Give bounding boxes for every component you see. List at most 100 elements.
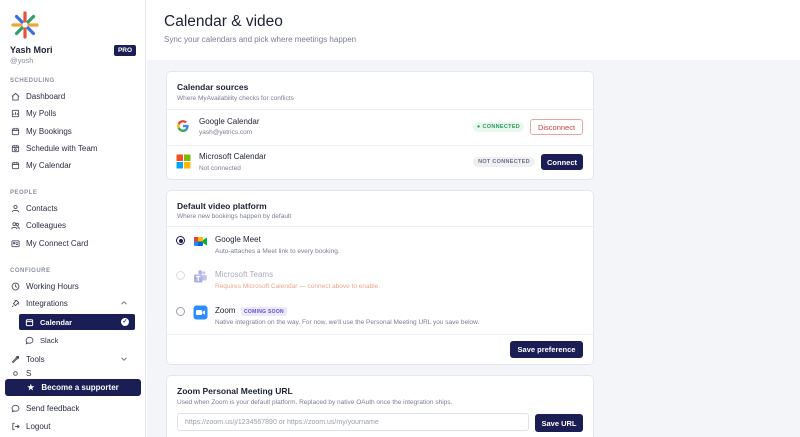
- app-logo-icon[interactable]: [10, 10, 40, 40]
- divider: [167, 145, 593, 146]
- wrench-icon: [10, 355, 20, 365]
- calendar-sources-card: Calendar sources Where MyAvailability ch…: [166, 71, 594, 180]
- user-handle: @yosh: [10, 56, 34, 65]
- sidebar-item-label: Working Hours: [26, 282, 79, 291]
- google-icon: [177, 120, 189, 132]
- sidebar-item-send-feedback[interactable]: Send feedback: [8, 401, 134, 416]
- chat-icon: [10, 404, 20, 414]
- sidebar-item-my-connect-card[interactable]: My Connect Card: [8, 236, 134, 251]
- main-content: Calendar & video Sync your calendars and…: [147, 0, 800, 437]
- microsoft-teams-icon: [194, 270, 207, 283]
- platform-detail-microsoft-teams: Requires Microsoft Calendar — connect ab…: [215, 283, 381, 290]
- plug-icon: [10, 299, 20, 309]
- sidebar-item-dashboard[interactable]: Dashboard: [8, 89, 134, 104]
- user-icon: [10, 204, 20, 214]
- chevron-down-icon[interactable]: [120, 355, 128, 363]
- section-label-people: PEOPLE: [10, 190, 38, 196]
- platform-name-microsoft-teams: Microsoft Teams: [215, 270, 274, 279]
- plan-badge: PRO: [114, 45, 136, 56]
- card-subtitle: Where new bookings happen by default: [177, 213, 292, 220]
- poll-icon: [10, 109, 20, 119]
- sidebar-item-tools[interactable]: Tools: [8, 352, 134, 367]
- card-title: Calendar sources: [177, 82, 249, 92]
- sidebar-item-label: Tools: [26, 355, 45, 364]
- radio-zoom[interactable]: [176, 307, 185, 316]
- status-text: CONNECTED: [482, 124, 521, 130]
- sidebar: Yash Mori @yosh PRO SCHEDULING Dashboard…: [0, 0, 146, 437]
- sidebar-item-integrations[interactable]: Integrations: [8, 296, 134, 311]
- status-badge-connected: ● CONNECTED: [473, 122, 524, 132]
- card-subtitle: Used when Zoom is your default platform.…: [177, 399, 453, 406]
- source-name-google: Google Calendar: [199, 117, 260, 126]
- sidebar-item-label: Contacts: [26, 204, 58, 213]
- card-title: Default video platform: [177, 201, 267, 211]
- sidebar-subitem-label: Slack: [40, 335, 59, 345]
- sidebar-item-label: Dashboard: [26, 92, 66, 101]
- sidebar-item-label: Schedule with Team: [26, 144, 98, 153]
- supporter-label: Become a supporter: [41, 383, 119, 392]
- team-icon: [10, 144, 20, 154]
- sidebar-item-my-bookings[interactable]: My Bookings: [8, 124, 134, 139]
- sidebar-item-logout[interactable]: Logout: [8, 419, 134, 434]
- status-badge-not-connected: NOT CONNECTED: [473, 157, 535, 167]
- sidebar-subitem-slack[interactable]: Slack: [19, 332, 135, 348]
- card-icon: [10, 239, 20, 249]
- connect-button[interactable]: Connect: [541, 154, 583, 170]
- coming-soon-badge: COMING SOON: [241, 307, 287, 316]
- chevron-up-icon[interactable]: [120, 299, 128, 307]
- platform-name-google-meet: Google Meet: [215, 235, 261, 244]
- page-title: Calendar & video: [164, 13, 283, 30]
- users-icon: [10, 221, 20, 231]
- sidebar-item-working-hours[interactable]: Working Hours: [8, 279, 134, 294]
- divider: [167, 226, 593, 227]
- video-platform-card: Default video platform Where new booking…: [166, 190, 594, 365]
- sidebar-subitem-label: Calendar: [40, 317, 73, 327]
- home-icon: [10, 92, 20, 102]
- page-subtitle: Sync your calendars and pick where meeti…: [164, 35, 357, 44]
- check-circle-icon: ✓: [121, 318, 129, 326]
- sidebar-item-my-polls[interactable]: My Polls: [8, 106, 134, 121]
- user-name: Yash Mori: [10, 45, 53, 55]
- source-detail-google: yash@yetrics.com: [199, 129, 253, 136]
- platform-name-zoom: Zoom: [215, 306, 236, 315]
- sidebar-item-colleagues[interactable]: Colleagues: [8, 218, 134, 233]
- sidebar-item-label: Colleagues: [26, 221, 67, 230]
- logout-icon: [10, 422, 20, 432]
- source-detail-microsoft: Not connected: [199, 165, 241, 172]
- sidebar-item-label: Logout: [26, 422, 51, 431]
- settings-icon: [10, 369, 20, 378]
- disconnect-button[interactable]: Disconnect: [530, 119, 583, 135]
- sidebar-item-partially-hidden[interactable]: S: [8, 369, 134, 378]
- save-url-button[interactable]: Save URL: [535, 414, 583, 432]
- sidebar-item-my-calendar[interactable]: My Calendar: [8, 158, 134, 173]
- sidebar-item-label: My Bookings: [26, 127, 72, 136]
- chat-bubble-icon: [25, 336, 34, 345]
- sidebar-item-label: My Polls: [26, 109, 57, 118]
- card-subtitle: Where MyAvailability checks for conflict…: [177, 95, 294, 102]
- star-icon: ★: [27, 383, 35, 392]
- microsoft-icon: [176, 154, 191, 169]
- calendar-icon: [10, 127, 20, 137]
- sidebar-item-label: S: [26, 369, 32, 378]
- page-header: Calendar & video Sync your calendars and…: [147, 0, 800, 60]
- clock-icon: [10, 282, 20, 292]
- radio-google-meet[interactable]: [176, 236, 185, 245]
- sidebar-item-contacts[interactable]: Contacts: [8, 201, 134, 216]
- sidebar-item-label: Integrations: [26, 299, 68, 308]
- platform-detail-zoom: Native integration on the way. For now, …: [215, 319, 480, 326]
- save-preference-button[interactable]: Save preference: [510, 341, 583, 358]
- google-meet-icon: [194, 237, 207, 246]
- become-supporter-button[interactable]: ★ Become a supporter: [5, 379, 141, 396]
- platform-detail-google-meet: Auto-attaches a Meet link to every booki…: [215, 248, 340, 255]
- zoom-url-input[interactable]: [177, 413, 529, 431]
- card-title: Zoom Personal Meeting URL: [177, 386, 293, 396]
- sidebar-item-schedule-with-team[interactable]: Schedule with Team: [8, 141, 134, 156]
- section-label-scheduling: SCHEDULING: [10, 78, 55, 84]
- sidebar-subitem-calendar[interactable]: Calendar ✓: [19, 314, 135, 330]
- sidebar-item-label: Send feedback: [26, 404, 80, 413]
- radio-microsoft-teams[interactable]: [176, 271, 185, 280]
- calendar-icon: [10, 161, 20, 171]
- sidebar-item-label: My Calendar: [26, 161, 72, 170]
- divider: [167, 334, 593, 335]
- calendar-icon: [25, 318, 34, 327]
